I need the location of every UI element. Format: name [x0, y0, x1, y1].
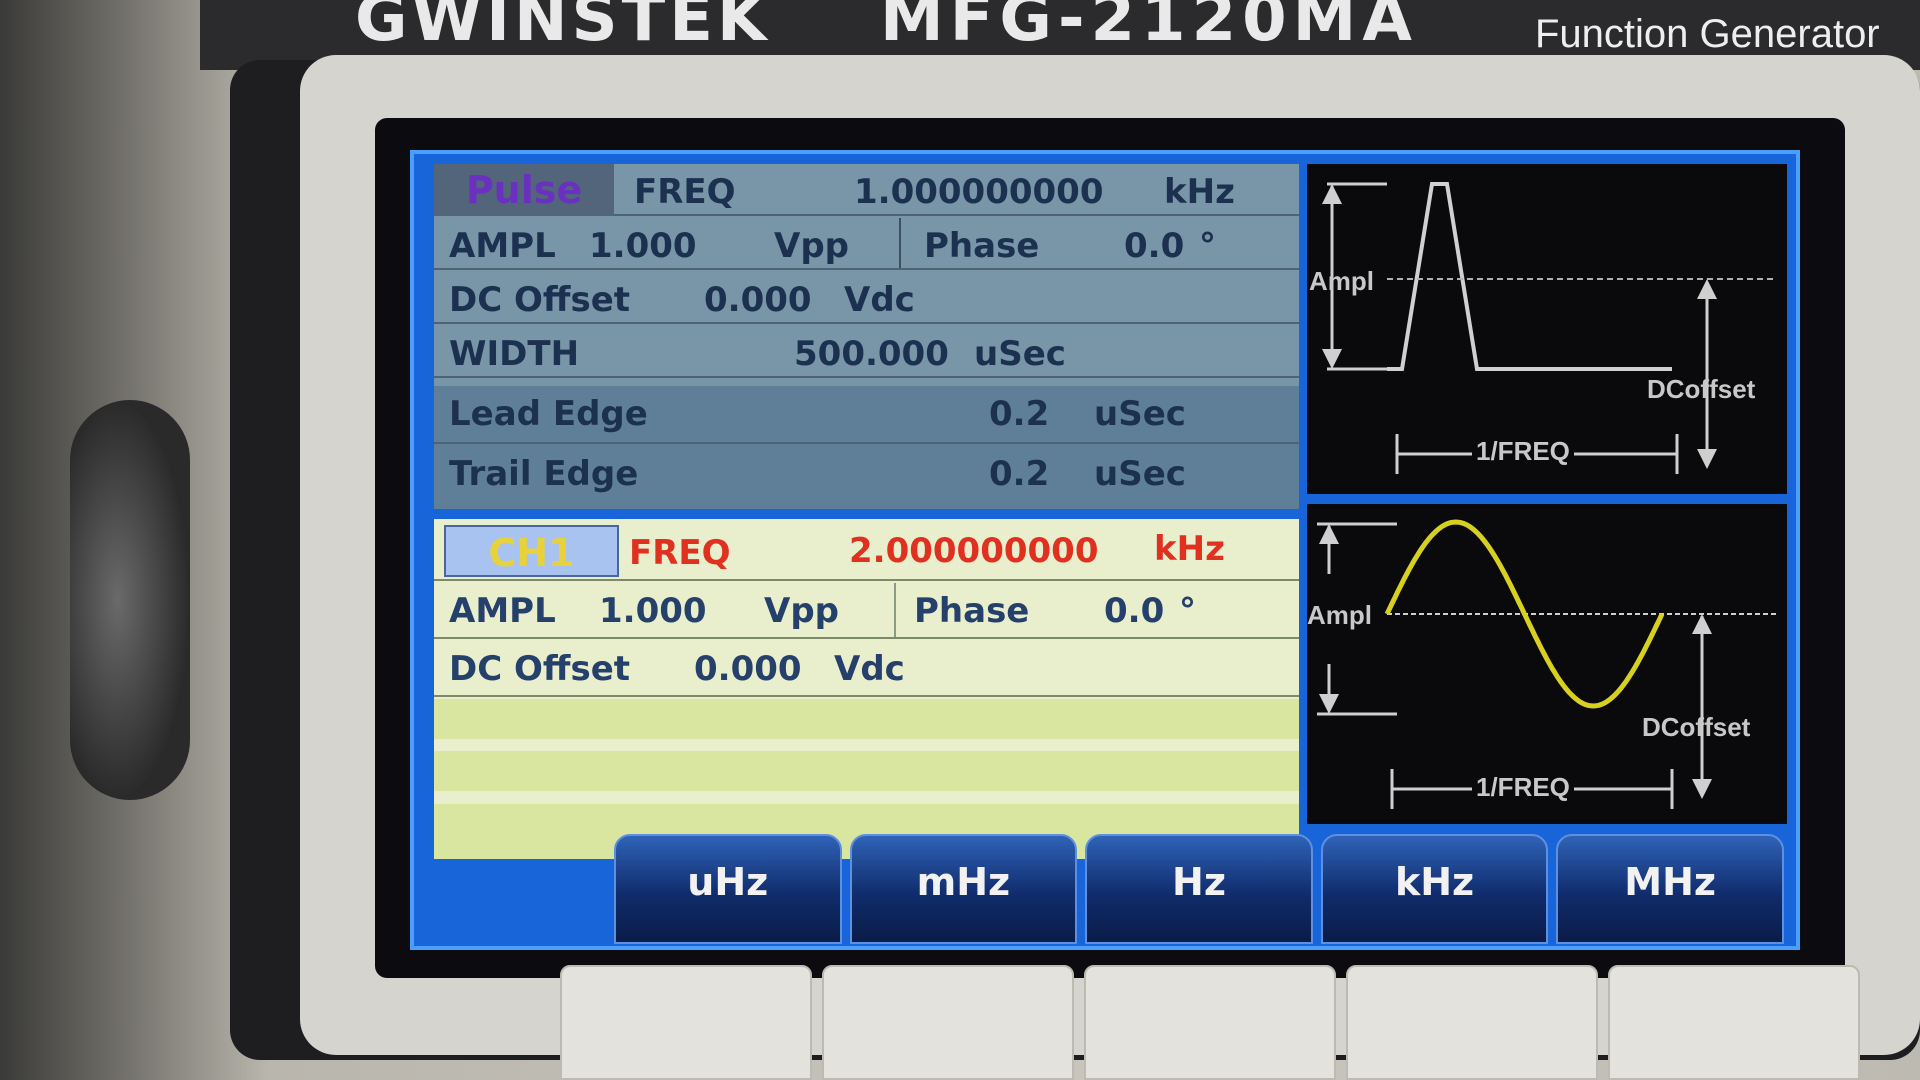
- pulse-ampl-row[interactable]: AMPL 1.000 Vpp Phase 0.0 °: [434, 218, 1299, 270]
- ampl-value: 1.000: [589, 226, 697, 266]
- hardware-key-5[interactable]: [1608, 965, 1860, 1080]
- period-label: 1/FREQ: [1472, 772, 1574, 803]
- freq-value: 1.000000000: [854, 172, 1104, 212]
- softkey-hz[interactable]: Hz: [1085, 834, 1313, 944]
- ch1-ampl-row[interactable]: AMPL 1.000 Vpp Phase 0.0 °: [434, 583, 1299, 639]
- dc-offset-value: 0.000: [704, 280, 812, 320]
- softkey-bar: uHz mHz Hz kHz MHz: [614, 834, 1784, 944]
- ch1-dc-row[interactable]: DC Offset 0.000 Vdc: [434, 641, 1299, 697]
- empty-row: [434, 699, 1299, 739]
- width-value: 500.000: [794, 334, 949, 374]
- trail-edge-label: Trail Edge: [449, 454, 639, 494]
- freq-unit: kHz: [1164, 172, 1235, 212]
- ampl-label: AMPL: [449, 226, 556, 266]
- width-label: WIDTH: [449, 334, 580, 374]
- ch1-dc-offset-label: DC Offset: [449, 649, 631, 689]
- divider: [899, 218, 901, 268]
- softkey-mhz[interactable]: mHz: [849, 834, 1078, 944]
- device-subtitle: Function Generator: [1535, 12, 1880, 56]
- lcd-screen: Pulse FREQ 1.000000000 kHz AMPL 1.000 Vp…: [410, 150, 1800, 950]
- dc-offset-label: DC Offset: [449, 280, 631, 320]
- ch1-freq-value: 2.000000000: [849, 531, 1099, 571]
- lead-edge-value: 0.2: [989, 394, 1050, 434]
- ch1-freq-row[interactable]: CH1 FREQ 2.000000000 kHz: [434, 519, 1299, 581]
- pulse-tab[interactable]: Pulse: [434, 164, 614, 216]
- empty-row: [434, 751, 1299, 791]
- phase-label: Phase: [924, 226, 1040, 266]
- ch1-phase-label: Phase: [914, 591, 1030, 631]
- ch1-dc-offset-value: 0.000: [694, 649, 802, 689]
- pulse-settings-panel: Pulse FREQ 1.000000000 kHz AMPL 1.000 Vp…: [434, 164, 1299, 509]
- hardware-key-2[interactable]: [822, 965, 1074, 1080]
- dcoffset-label: DCoffset: [1647, 374, 1756, 404]
- phase-value: 0.0: [1124, 226, 1185, 266]
- model-name: MFG-2120MA: [880, 0, 1418, 56]
- ampl-label: Ampl: [1309, 266, 1374, 296]
- lead-edge-unit: uSec: [1094, 394, 1186, 434]
- dc-offset-unit: Vdc: [844, 280, 915, 320]
- softkey-megahz[interactable]: MHz: [1556, 834, 1784, 944]
- pulse-freq-row[interactable]: Pulse FREQ 1.000000000 kHz: [434, 164, 1299, 216]
- hardware-key-3[interactable]: [1084, 965, 1336, 1080]
- trail-edge-value: 0.2: [989, 454, 1050, 494]
- trail-edge-row[interactable]: Trail Edge 0.2 uSec: [434, 446, 1299, 506]
- softkey-uhz[interactable]: uHz: [614, 834, 842, 944]
- hardware-keys: [560, 965, 1860, 1080]
- lead-edge-row[interactable]: Lead Edge 0.2 uSec: [434, 386, 1299, 444]
- ch1-settings-panel: CH1 FREQ 2.000000000 kHz AMPL 1.000 Vpp …: [434, 519, 1299, 859]
- divider: [894, 583, 896, 637]
- period-label: 1/FREQ: [1472, 436, 1574, 467]
- rotary-knob[interactable]: [70, 400, 190, 800]
- phase-unit: °: [1199, 226, 1216, 266]
- freq-label: FREQ: [634, 172, 736, 212]
- ampl-unit: Vpp: [774, 226, 849, 266]
- pulse-dc-row[interactable]: DC Offset 0.000 Vdc: [434, 272, 1299, 324]
- ampl-label: Ampl: [1307, 600, 1372, 630]
- lead-edge-label: Lead Edge: [449, 394, 648, 434]
- ch1-ampl-label: AMPL: [449, 591, 556, 631]
- hardware-key-4[interactable]: [1346, 965, 1598, 1080]
- pulse-waveform-diagram: Ampl DCoffset 1/FREQ: [1307, 164, 1787, 494]
- ch1-tab[interactable]: CH1: [444, 525, 619, 577]
- ch1-ampl-value: 1.000: [599, 591, 707, 631]
- hardware-key-1[interactable]: [560, 965, 812, 1080]
- ch1-phase-unit: °: [1179, 591, 1196, 631]
- ch1-dc-offset-unit: Vdc: [834, 649, 905, 689]
- ch1-phase-value: 0.0: [1104, 591, 1165, 631]
- brand-logo: GWINSTEK: [355, 0, 771, 56]
- width-unit: uSec: [974, 334, 1066, 374]
- ch1-freq-unit: kHz: [1154, 529, 1225, 569]
- ch1-freq-label: FREQ: [629, 533, 731, 573]
- dcoffset-label: DCoffset: [1642, 712, 1751, 742]
- softkey-khz[interactable]: kHz: [1320, 834, 1549, 944]
- pulse-width-row[interactable]: WIDTH 500.000 uSec: [434, 326, 1299, 378]
- ch1-ampl-unit: Vpp: [764, 591, 839, 631]
- sine-waveform-diagram: Ampl DCoffset 1/FREQ: [1307, 504, 1787, 824]
- edge-rows: Lead Edge 0.2 uSec Trail Edge 0.2 uSec: [434, 386, 1299, 509]
- trail-edge-unit: uSec: [1094, 454, 1186, 494]
